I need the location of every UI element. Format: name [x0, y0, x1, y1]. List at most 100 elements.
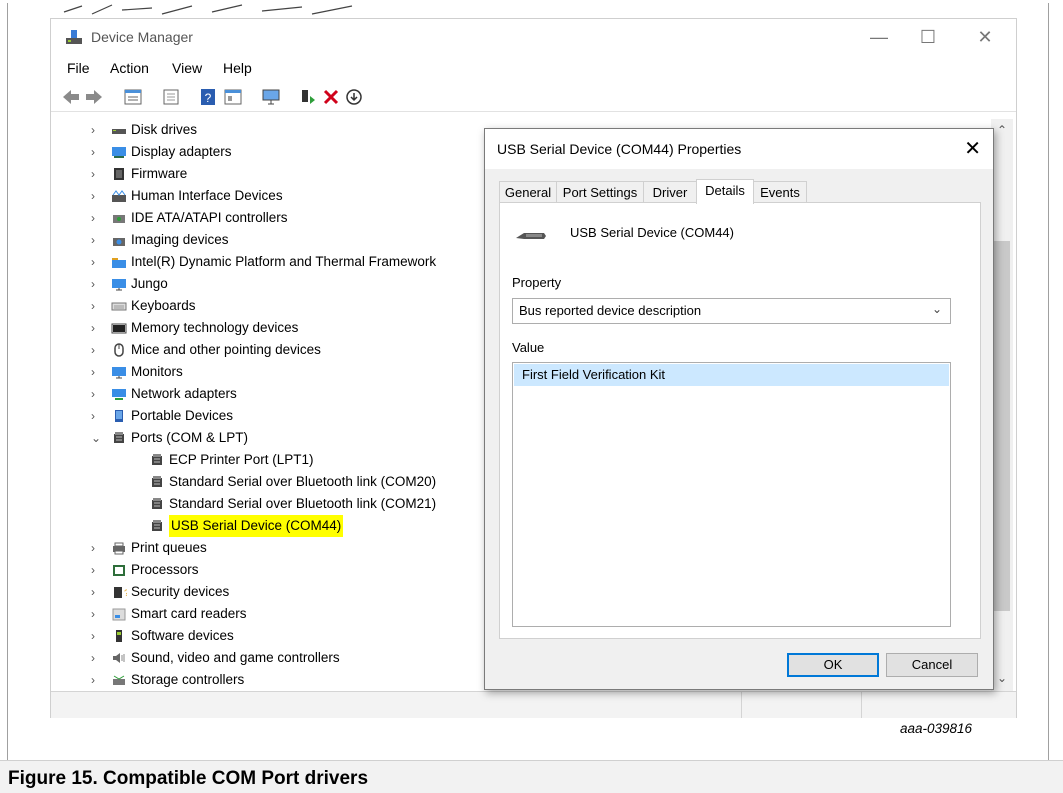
tree-item-label: Software devices — [131, 628, 234, 643]
chevron-right-icon[interactable]: › — [91, 163, 103, 185]
menu-bar: File Action View Help — [51, 58, 1016, 80]
monitor-icon — [112, 279, 126, 291]
view-icon[interactable] — [223, 88, 243, 106]
tree-item-label: Disk drives — [131, 122, 198, 137]
chevron-right-icon[interactable]: › — [91, 185, 103, 207]
tree-item-label: Print queues — [131, 540, 207, 555]
value-list-item[interactable]: First Field Verification Kit — [514, 364, 949, 386]
tab-port-settings[interactable]: Port Settings — [556, 181, 644, 203]
tab-general[interactable]: General — [499, 181, 557, 203]
menu-action[interactable]: Action — [110, 60, 149, 76]
properties-icon[interactable] — [123, 88, 143, 106]
folder-icon — [112, 258, 126, 268]
device-manager-icon — [66, 30, 82, 44]
caption-text: Figure 15. Compatible COM Port drivers — [8, 768, 369, 789]
port-icon — [152, 454, 162, 465]
tree-item-label: Memory technology devices — [131, 320, 299, 335]
chevron-right-icon[interactable]: › — [91, 229, 103, 251]
tree-item-label: IDE ATA/ATAPI controllers — [131, 210, 288, 225]
chevron-down-icon[interactable]: ⌄ — [91, 427, 103, 449]
scroll-down-icon[interactable]: ⌄ — [991, 671, 1013, 685]
disk-icon — [112, 129, 126, 134]
tree-item-label: Human Interface Devices — [131, 188, 283, 203]
display-icon — [112, 147, 126, 158]
chevron-right-icon[interactable]: › — [91, 537, 103, 559]
dialog-title-bar: USB Serial Device (COM44) Properties ✕ — [485, 129, 993, 169]
tree-item-label: Standard Serial over Bluetooth link (COM… — [169, 474, 437, 489]
tab-details[interactable]: Details — [696, 179, 754, 204]
mouse-icon — [114, 343, 124, 357]
cancel-button[interactable]: Cancel — [886, 653, 978, 677]
back-icon[interactable] — [61, 88, 81, 106]
scrollbar-thumb[interactable] — [994, 241, 1010, 611]
uninstall-icon[interactable] — [321, 88, 341, 106]
chevron-right-icon[interactable]: › — [91, 295, 103, 317]
hid-icon — [112, 190, 126, 202]
details-panel: USB Serial Device (COM44) Property Bus r… — [499, 202, 981, 639]
memory-icon — [111, 323, 127, 334]
chevron-right-icon[interactable]: › — [91, 405, 103, 427]
tree-item-label: Intel(R) Dynamic Platform and Thermal Fr… — [131, 254, 437, 269]
minimize-button[interactable]: — — [857, 25, 901, 49]
chevron-right-icon[interactable]: › — [91, 273, 103, 295]
window-title: Device Manager — [91, 29, 193, 45]
chevron-right-icon[interactable]: › — [91, 119, 103, 141]
tree-item-label: Sound, video and game controllers — [131, 650, 340, 665]
toolbar: ? — [51, 83, 1016, 112]
dialog-close-icon[interactable]: ✕ — [964, 136, 981, 161]
add-driver-icon[interactable] — [298, 88, 318, 106]
device-name: USB Serial Device (COM44) — [570, 225, 734, 240]
chevron-right-icon[interactable]: › — [91, 559, 103, 581]
tab-driver[interactable]: Driver — [643, 181, 697, 203]
printer-icon — [113, 542, 125, 555]
tree-scrollbar[interactable]: ⌃ ⌄ — [991, 119, 1013, 691]
chevron-right-icon[interactable]: › — [91, 603, 103, 625]
chevron-down-icon: ⌄ — [931, 302, 942, 316]
property-label: Property — [512, 275, 562, 290]
close-button[interactable]: ✕ — [963, 25, 1007, 49]
status-divider — [861, 692, 862, 718]
chevron-right-icon[interactable]: › — [91, 207, 103, 229]
tree-item-label: Jungo — [131, 276, 168, 291]
ok-button[interactable]: OK — [787, 653, 879, 677]
help-icon[interactable]: ? — [198, 88, 218, 106]
device-tree: › Disk drives › Display adapters › Firmware › H… — [51, 119, 491, 689]
processor-icon — [113, 565, 125, 576]
chevron-right-icon[interactable]: › — [91, 647, 103, 669]
chevron-right-icon[interactable]: › — [91, 361, 103, 383]
chevron-right-icon[interactable]: › — [91, 251, 103, 273]
tree-item-label: Display adapters — [131, 144, 232, 159]
value-item-text: First Field Verification Kit — [522, 367, 666, 382]
network-icon — [112, 389, 126, 400]
chevron-right-icon[interactable]: › — [91, 339, 103, 361]
maximize-button[interactable]: ☐ — [906, 25, 950, 49]
menu-view[interactable]: View — [172, 60, 202, 76]
chevron-right-icon[interactable]: › — [91, 669, 103, 689]
svg-text:?: ? — [124, 588, 127, 598]
menu-file[interactable]: File — [67, 60, 90, 76]
chevron-right-icon[interactable]: › — [91, 317, 103, 339]
security-icon: ? — [114, 587, 127, 598]
chevron-right-icon[interactable]: › — [91, 625, 103, 647]
update-icon[interactable] — [161, 88, 181, 106]
monitor-icon[interactable] — [261, 88, 281, 106]
svg-text:?: ? — [205, 91, 212, 105]
forward-icon[interactable] — [84, 88, 104, 106]
figure-caption: Figure 15. Compatible COM Port drivers — [0, 760, 1063, 793]
property-select[interactable]: Bus reported device description ⌄ — [512, 298, 951, 324]
download-icon[interactable] — [344, 88, 364, 106]
tree-item-label: Keyboards — [131, 298, 196, 313]
menu-help[interactable]: Help — [223, 60, 252, 76]
tree-item-label: Standard Serial over Bluetooth link (COM… — [169, 496, 437, 511]
chevron-right-icon[interactable]: › — [91, 383, 103, 405]
value-list[interactable]: First Field Verification Kit — [512, 362, 951, 627]
chevron-right-icon[interactable]: › — [91, 141, 103, 163]
status-divider — [741, 692, 742, 718]
monitor-icon — [112, 367, 126, 379]
scroll-up-icon[interactable]: ⌃ — [991, 123, 1013, 137]
status-bar — [51, 691, 1016, 718]
chevron-right-icon[interactable]: › — [91, 581, 103, 603]
property-value: Bus reported device description — [519, 303, 702, 318]
tab-events[interactable]: Events — [753, 181, 807, 203]
portable-icon — [115, 410, 123, 422]
